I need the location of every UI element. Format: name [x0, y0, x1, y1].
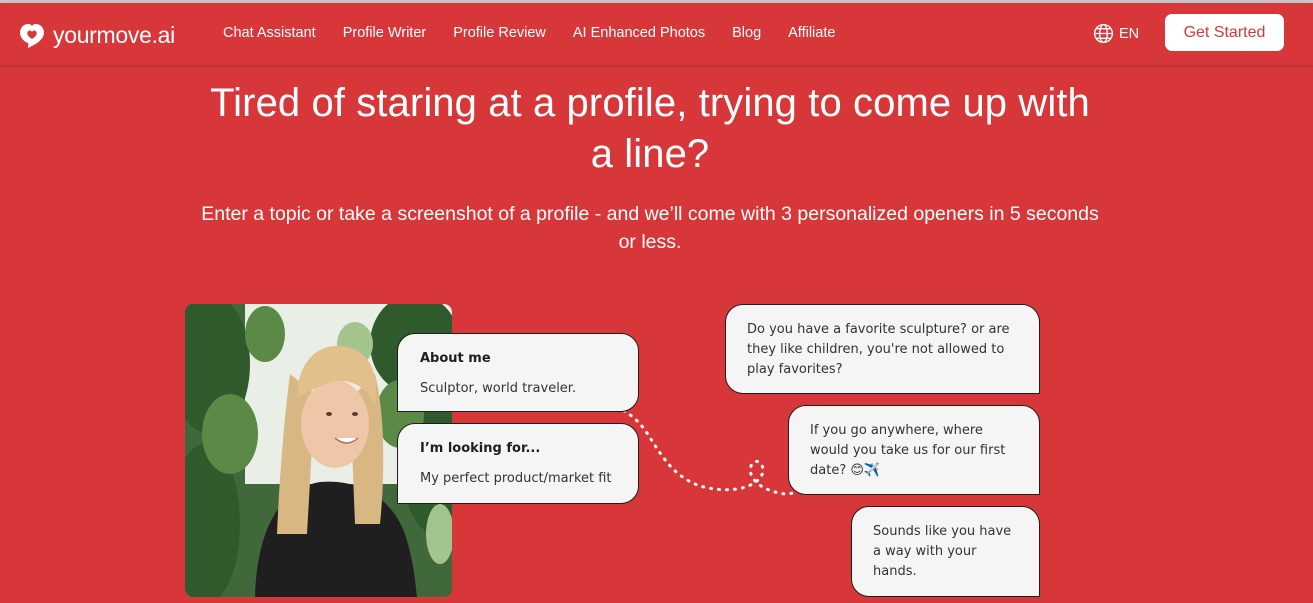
- looking-for-text: My perfect product/market fit: [420, 471, 612, 486]
- brand-logo[interactable]: yourmove.ai: [17, 21, 175, 49]
- nav-link-chat-assistant[interactable]: Chat Assistant: [223, 24, 316, 42]
- looking-for-card: I’m looking for... My perfect product/ma…: [397, 423, 639, 504]
- opener-text-1: Do you have a favorite sculpture? or are…: [747, 322, 1010, 377]
- about-me-card: About me Sculptor, world traveler.: [397, 333, 639, 412]
- get-started-button[interactable]: Get Started: [1165, 14, 1284, 51]
- nav-link-blog[interactable]: Blog: [732, 24, 761, 42]
- about-me-title: About me: [420, 351, 491, 366]
- language-label: EN: [1119, 25, 1140, 42]
- heart-chat-icon: [20, 24, 44, 48]
- nav-link-affiliate[interactable]: Affiliate: [788, 24, 835, 42]
- nav-link-ai-enhanced-photos[interactable]: AI Enhanced Photos: [573, 24, 705, 42]
- brand-name: yourmove.ai: [53, 22, 175, 48]
- nav-link-profile-writer[interactable]: Profile Writer: [343, 24, 427, 42]
- hero-title: Tired of staring at a profile, trying to…: [210, 81, 1090, 176]
- opener-bubble-3[interactable]: Sounds like you have a way with your han…: [851, 506, 1040, 597]
- nav-links: Chat Assistant Profile Writer Profile Re…: [223, 24, 862, 42]
- top-navbar: yourmove.ai Chat Assistant Profile Write…: [0, 3, 1313, 65]
- opener-text-2: If you go anywhere, where would you take…: [810, 423, 1006, 478]
- globe-icon: [1093, 23, 1114, 44]
- looking-for-title: I’m looking for...: [420, 441, 541, 456]
- language-selector[interactable]: EN: [1093, 23, 1139, 44]
- opener-bubble-1[interactable]: Do you have a favorite sculpture? or are…: [725, 304, 1040, 394]
- opener-bubble-2[interactable]: If you go anywhere, where would you take…: [788, 405, 1040, 495]
- hero-subtitle: Enter a topic or take a screenshot of a …: [201, 203, 1099, 253]
- opener-text-3: Sounds like you have a way with your han…: [873, 524, 1012, 579]
- about-me-text: Sculptor, world traveler.: [420, 381, 577, 396]
- nav-link-profile-review[interactable]: Profile Review: [453, 24, 546, 42]
